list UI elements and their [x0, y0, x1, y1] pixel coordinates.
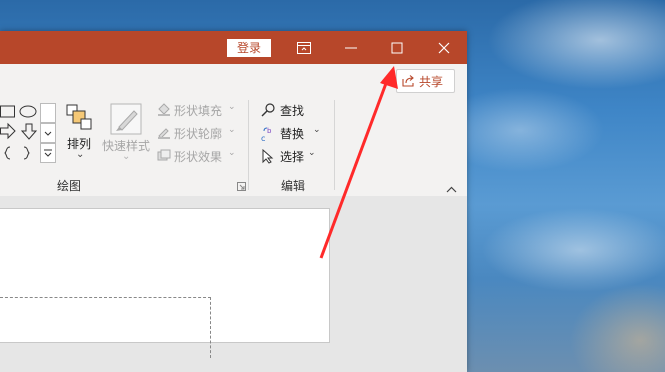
paint-bucket-icon	[158, 103, 170, 116]
search-icon	[261, 103, 275, 117]
gallery-scroll-down[interactable]	[40, 123, 56, 143]
svg-text:b: b	[267, 127, 272, 135]
pencil-icon	[158, 128, 170, 139]
shape-effects-icon	[157, 149, 171, 161]
share-button[interactable]: 共享	[396, 69, 455, 93]
find-button[interactable]: 查找	[261, 100, 329, 120]
title-bar: 登录	[0, 31, 467, 64]
login-button[interactable]: 登录	[227, 39, 271, 57]
shape-fill-button[interactable]: 形状填充 ⌄	[157, 100, 239, 120]
replace-button[interactable]: bc 替换 ⌄	[261, 123, 329, 143]
chevron-down-icon: ⌄	[228, 102, 236, 112]
shapes-gallery[interactable]	[0, 103, 56, 195]
collapse-ribbon-icon[interactable]	[446, 182, 457, 196]
ribbon-display-options-icon[interactable]	[281, 31, 327, 64]
cursor-arrow-icon	[262, 149, 274, 164]
quick-styles-button[interactable]: 快速样式 ⌄	[100, 101, 152, 197]
select-button[interactable]: 选择 ⌄	[261, 146, 329, 166]
svg-text:c: c	[261, 134, 265, 142]
arrange-chevron-icon: ⌄	[76, 149, 85, 160]
shape-outline-button[interactable]: 形状轮廓 ⌄	[157, 123, 239, 143]
slide-canvas-area	[0, 196, 467, 358]
quick-styles-chevron-icon: ⌄	[122, 151, 131, 162]
gallery-more-button[interactable]	[40, 143, 56, 163]
chevron-down-icon: ⌄	[308, 148, 316, 158]
find-label: 查找	[280, 104, 305, 118]
share-icon	[402, 75, 414, 87]
shape-fill-label: 形状填充	[174, 104, 223, 118]
arrange-icon	[66, 104, 92, 130]
chevron-down-icon: ⌄	[228, 125, 236, 135]
quick-styles-icon	[110, 103, 142, 135]
dialog-launcher-icon[interactable]	[237, 180, 246, 194]
maximize-icon[interactable]	[374, 31, 420, 64]
slide[interactable]	[0, 208, 330, 358]
replace-icon: bc	[261, 127, 272, 142]
gallery-scroll-up[interactable]	[40, 103, 56, 123]
group-separator	[248, 100, 249, 190]
chevron-down-icon: ⌄	[228, 148, 236, 158]
share-label: 共享	[419, 75, 444, 89]
replace-label: 替换	[280, 127, 305, 141]
drawing-group-label: 绘图	[57, 179, 82, 193]
content-placeholder[interactable]	[0, 297, 211, 358]
shape-effects-button[interactable]: 形状效果 ⌄	[157, 146, 239, 166]
editing-group-label: 编辑	[281, 179, 306, 193]
chevron-down-icon: ⌄	[313, 125, 321, 135]
shape-outline-label: 形状轮廓	[174, 127, 223, 141]
select-label: 选择	[280, 150, 305, 164]
shapes-gallery-icon	[0, 105, 38, 160]
close-icon[interactable]	[421, 31, 467, 64]
shape-effects-label: 形状效果	[174, 150, 223, 164]
group-separator	[334, 100, 335, 190]
minimize-icon[interactable]	[328, 31, 374, 64]
